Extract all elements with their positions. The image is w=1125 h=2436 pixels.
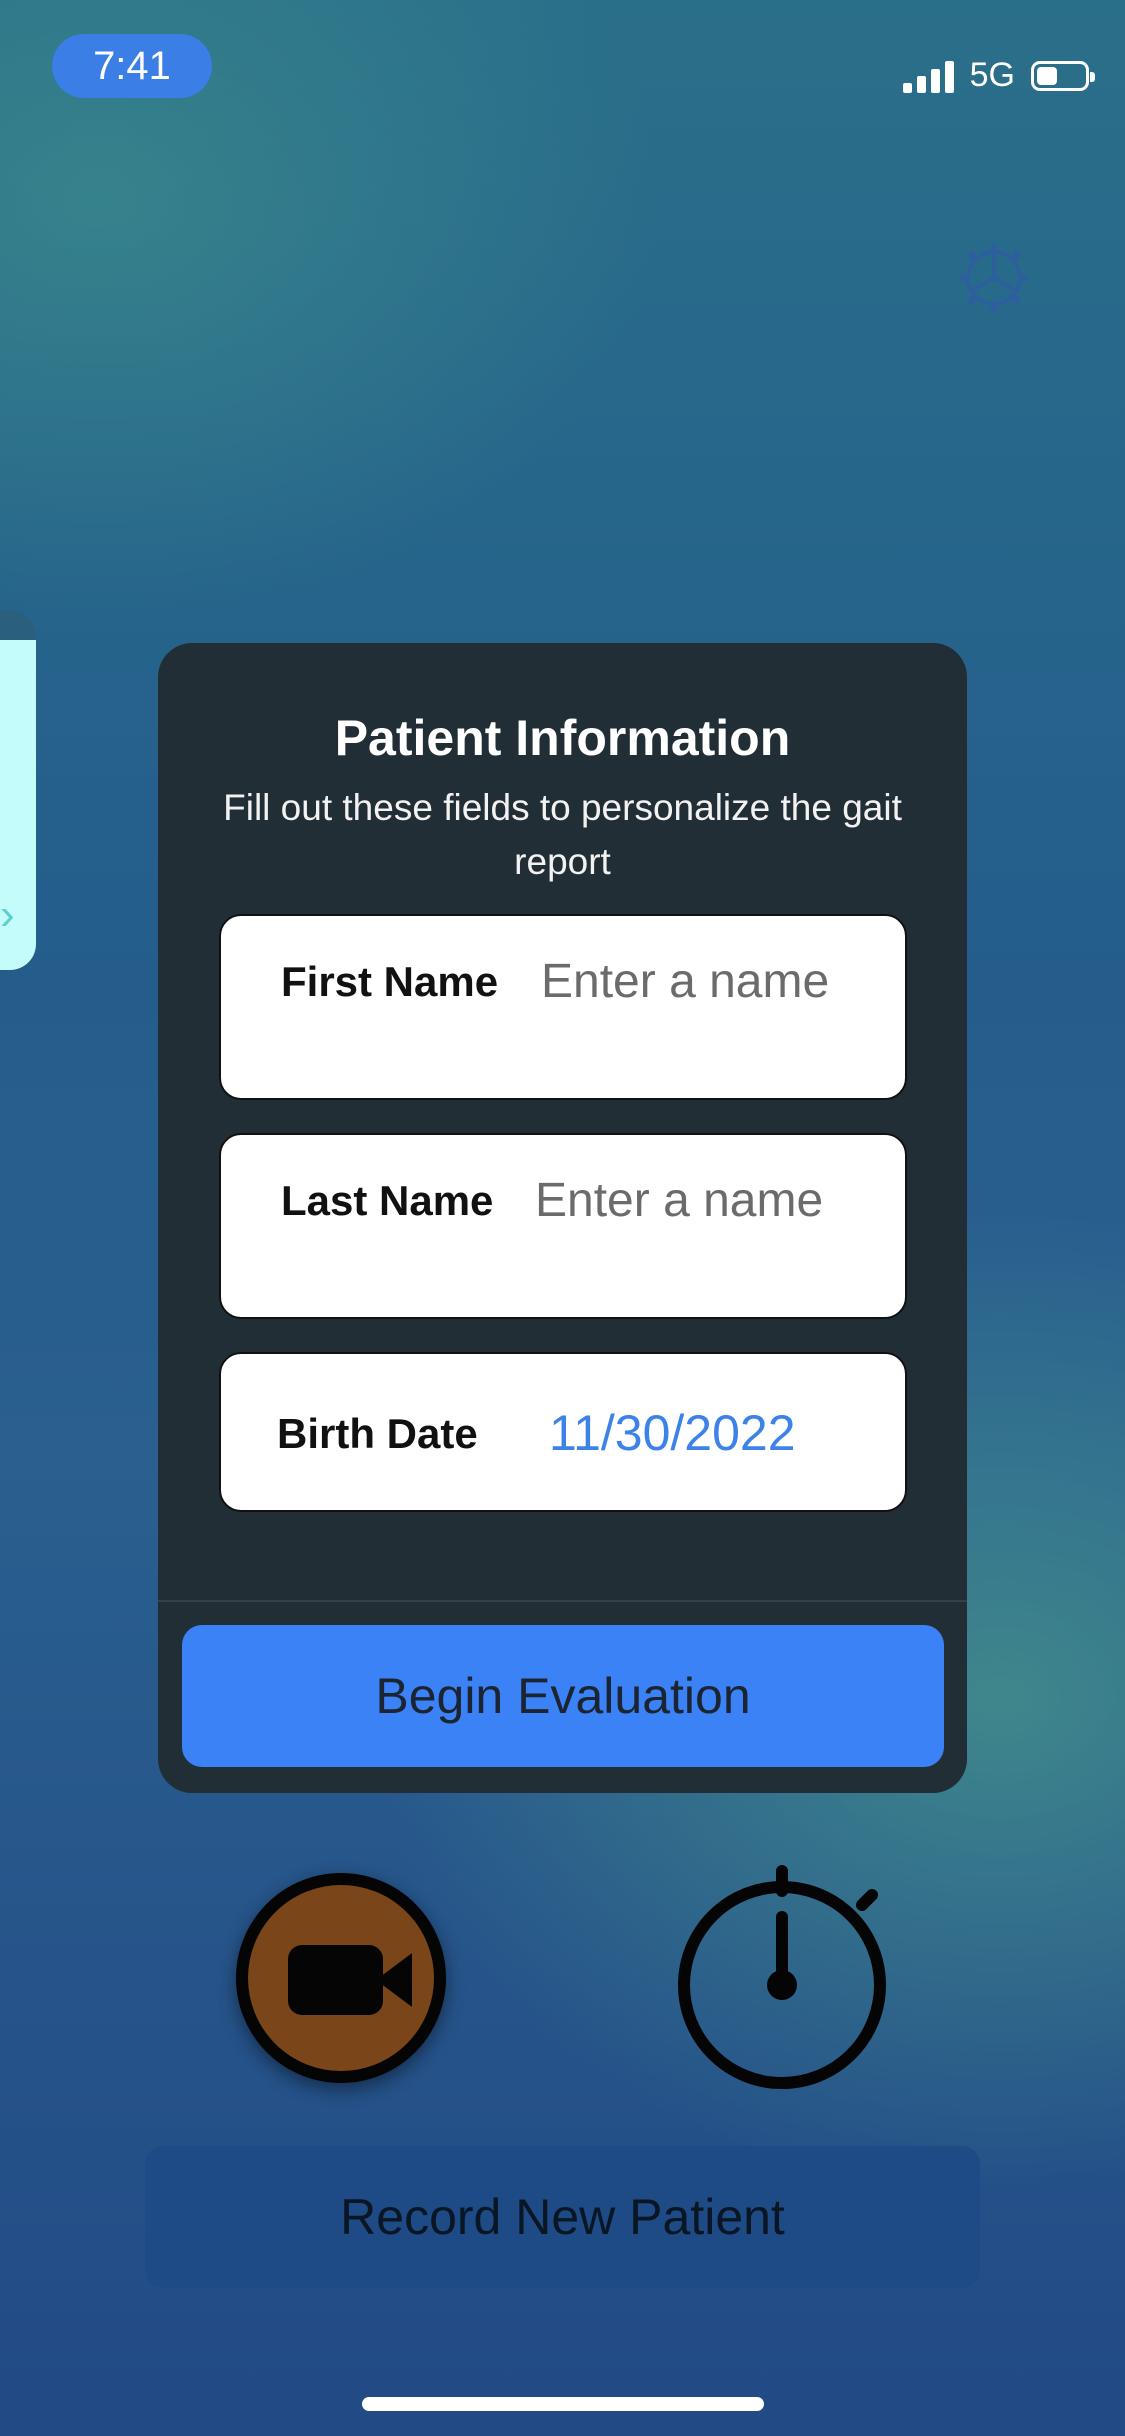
chevron-icon: ›	[0, 890, 15, 939]
modal-title: Patient Information	[334, 710, 791, 766]
begin-evaluation-button[interactable]: Begin Evaluation	[182, 1625, 944, 1767]
birth-date-field[interactable]: Birth Date 11/30/2022	[219, 1352, 907, 1512]
last-name-input[interactable]	[533, 1169, 883, 1231]
network-type: 5G	[969, 56, 1015, 94]
video-camera-lens	[376, 1953, 412, 2007]
status-time: 7:41	[52, 34, 212, 98]
home-indicator[interactable]	[362, 2397, 764, 2411]
battery-icon	[1031, 60, 1095, 91]
modal-subtitle: Fill out these fields to personalize the…	[223, 787, 902, 882]
stopwatch-icon[interactable]	[672, 1857, 892, 2097]
divider	[158, 1600, 967, 1602]
record-video-button[interactable]	[236, 1873, 446, 2083]
video-camera-icon	[288, 1945, 383, 2015]
first-name-input[interactable]	[539, 950, 883, 1012]
first-name-label: First Name	[281, 958, 499, 1005]
gear-icon[interactable]	[958, 242, 1030, 314]
last-name-field[interactable]: Last Name	[219, 1133, 907, 1319]
birth-date-picker[interactable]: 11/30/2022	[549, 1404, 796, 1462]
birth-date-label: Birth Date	[277, 1410, 478, 1457]
status-indicators: 5G	[902, 56, 1095, 95]
signal-icon	[902, 59, 954, 93]
last-name-label: Last Name	[281, 1177, 494, 1224]
patient-info-modal: Patient Information Fill out these field…	[158, 643, 967, 1793]
record-new-patient-button[interactable]: Record New Patient	[145, 2146, 980, 2288]
first-name-field[interactable]: First Name	[219, 914, 907, 1100]
